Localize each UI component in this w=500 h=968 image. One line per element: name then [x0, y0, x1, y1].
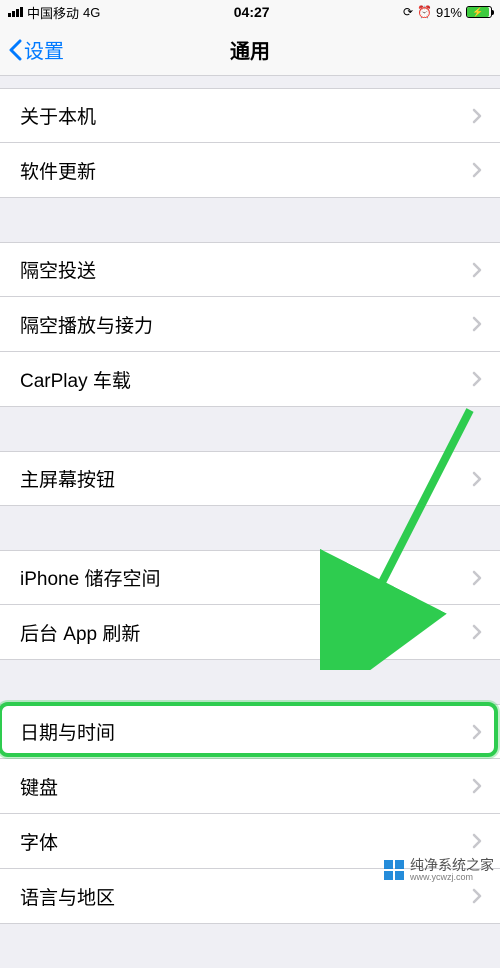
cell-date_time[interactable]: 日期与时间: [0, 704, 500, 759]
chevron-right-icon: [472, 471, 482, 487]
cell-carplay[interactable]: CarPlay 车载: [0, 352, 500, 407]
chevron-left-icon: [8, 39, 22, 61]
status-icons: ⟳ ⏰: [403, 5, 432, 19]
settings-group: 日期与时间键盘字体语言与地区: [0, 704, 500, 924]
chevron-right-icon: [472, 570, 482, 586]
cell-iphone_storage[interactable]: iPhone 储存空间: [0, 550, 500, 605]
cell-label: 日期与时间: [20, 718, 472, 745]
page-title: 通用: [0, 35, 500, 64]
cell-airplay_handoff[interactable]: 隔空播放与接力: [0, 297, 500, 352]
cell-software_update[interactable]: 软件更新: [0, 143, 500, 198]
chevron-right-icon: [472, 778, 482, 794]
settings-list: 关于本机软件更新隔空投送隔空播放与接力 CarPlay 车载主屏幕按钮 iPhone…: [0, 76, 500, 968]
cell-label: 后台 App 刷新: [20, 619, 472, 646]
chevron-right-icon: [472, 724, 482, 740]
cell-keyboard[interactable]: 键盘: [0, 759, 500, 814]
alarm-icon: ⏰: [417, 5, 432, 19]
chevron-right-icon: [472, 316, 482, 332]
watermark-logo-icon: [384, 860, 404, 880]
cell-label: 键盘: [20, 773, 472, 800]
group-gap: [0, 660, 500, 704]
battery-icon: ⚡: [466, 6, 492, 18]
settings-group: iPhone 储存空间后台 App 刷新: [0, 550, 500, 660]
cell-label: iPhone 储存空间: [20, 564, 472, 591]
settings-group: 关于本机软件更新: [0, 88, 500, 198]
settings-group: 主屏幕按钮: [0, 451, 500, 506]
lock-rotation-icon: ⟳: [403, 5, 413, 19]
cell-label: 隔空投送: [20, 256, 472, 283]
cell-label: CarPlay 车载: [20, 366, 472, 393]
cell-label: 语言与地区: [20, 883, 472, 910]
chevron-right-icon: [472, 108, 482, 124]
cell-background_refresh[interactable]: 后台 App 刷新: [0, 605, 500, 660]
status-left: 中国移动 4G: [8, 3, 100, 22]
chevron-right-icon: [472, 262, 482, 278]
cell-label: 关于本机: [20, 102, 472, 129]
cell-label: 字体: [20, 828, 472, 855]
cell-airdrop[interactable]: 隔空投送: [0, 242, 500, 297]
network-label: 4G: [83, 5, 100, 20]
settings-group: 隔空投送隔空播放与接力 CarPlay 车载: [0, 242, 500, 407]
battery-percent: 91%: [436, 5, 462, 20]
carrier-label: 中国移动: [27, 3, 79, 22]
back-button[interactable]: 设置: [0, 35, 64, 64]
cell-label: 主屏幕按钮: [20, 465, 472, 492]
cell-home_button[interactable]: 主屏幕按钮: [0, 451, 500, 506]
cell-label: 软件更新: [20, 157, 472, 184]
group-gap: [0, 506, 500, 550]
watermark-title: 纯净系统之家: [410, 858, 494, 873]
signal-icon: [8, 7, 23, 17]
group-gap: [0, 924, 500, 968]
chevron-right-icon: [472, 833, 482, 849]
charging-icon: ⚡: [472, 8, 483, 17]
cell-about[interactable]: 关于本机: [0, 88, 500, 143]
group-gap: [0, 407, 500, 451]
watermark: 纯净系统之家 www.ycwzj.com: [384, 858, 494, 883]
chevron-right-icon: [472, 162, 482, 178]
group-gap: [0, 198, 500, 242]
cell-label: 隔空播放与接力: [20, 311, 472, 338]
chevron-right-icon: [472, 624, 482, 640]
nav-bar: 设置 通用: [0, 24, 500, 76]
status-time: 04:27: [234, 4, 270, 20]
watermark-subtitle: www.ycwzj.com: [410, 873, 494, 883]
status-bar: 中国移动 4G 04:27 ⟳ ⏰ 91% ⚡: [0, 0, 500, 24]
chevron-right-icon: [472, 888, 482, 904]
status-right: ⟳ ⏰ 91% ⚡: [403, 5, 492, 20]
chevron-right-icon: [472, 371, 482, 387]
back-label: 设置: [24, 35, 64, 64]
